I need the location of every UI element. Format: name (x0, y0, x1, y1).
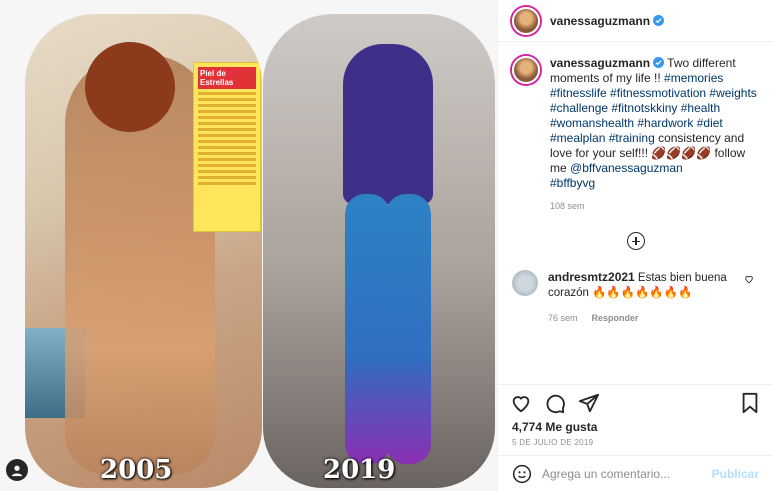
post-image[interactable]: Piel de Estrellas 2005 2019 (0, 0, 497, 491)
comment-username[interactable]: andresmtz2021 (548, 270, 635, 284)
caption: vanessaguzmann Two different moments of … (550, 56, 759, 214)
caption-mention[interactable]: @bffvanessaguzman (570, 161, 683, 175)
heart-icon[interactable] (510, 392, 532, 414)
leggings-left (345, 194, 390, 464)
comments-area[interactable]: vanessaguzmann Two different moments of … (498, 42, 773, 384)
post-header: vanessaguzmann (498, 0, 773, 42)
comment-icon[interactable] (544, 392, 566, 414)
add-comment-bar: Publicar (498, 455, 773, 491)
load-more-comments-icon[interactable] (626, 232, 645, 250)
year-label-2005: 2005 (100, 455, 173, 485)
verified-badge-icon (653, 57, 665, 68)
publish-button[interactable]: Publicar (712, 467, 759, 481)
header-username[interactable]: vanessaguzmann (550, 14, 650, 28)
leggings-right (386, 194, 431, 464)
photo-2019 (263, 14, 495, 488)
caption-hashtag-last[interactable]: #bffbyvg (550, 176, 595, 190)
comment-time[interactable]: 76 sem (548, 311, 578, 326)
post-date[interactable]: 5 DE JULIO DE 2019 (498, 434, 773, 455)
share-icon[interactable] (578, 392, 600, 414)
tagged-users-icon[interactable] (6, 459, 28, 481)
magazine-sidebar: Piel de Estrellas (193, 62, 261, 232)
post-sidebar: vanessaguzmann vanessaguzmann Two differ… (497, 0, 773, 491)
reply-button[interactable]: Responder (592, 311, 639, 326)
caption-time[interactable]: 108 sem (550, 199, 759, 214)
caption-username[interactable]: vanessaguzmann (550, 56, 650, 70)
magazine-heading: Piel de Estrellas (198, 67, 256, 89)
instagram-post: Piel de Estrellas 2005 2019 vanessaguzma… (0, 0, 773, 491)
avatar[interactable] (512, 56, 540, 84)
comment-input[interactable] (542, 466, 712, 481)
like-comment-heart-icon[interactable] (744, 274, 754, 284)
comment-meta: 76 sem Responder (548, 311, 738, 326)
comment-row: andresmtz2021 Estas bien buena corazón 🔥… (512, 270, 759, 326)
avatar[interactable] (512, 6, 540, 35)
verified-badge-icon (653, 15, 665, 26)
comment-avatar[interactable] (512, 270, 538, 296)
bookmark-icon[interactable] (739, 392, 761, 414)
caption-row: vanessaguzmann Two different moments of … (512, 56, 759, 214)
action-bar (498, 384, 773, 420)
load-more (512, 232, 759, 250)
woman-figure-2019 (323, 44, 453, 484)
photo-2005: Piel de Estrellas (25, 14, 262, 488)
likes-count[interactable]: 4,774 Me gusta (498, 420, 773, 434)
emoji-icon[interactable] (512, 464, 532, 484)
red-hair (85, 42, 175, 132)
purple-tank-top (343, 44, 433, 204)
comment: andresmtz2021 Estas bien buena corazón 🔥… (548, 270, 738, 326)
year-label-2019: 2019 (323, 455, 396, 485)
